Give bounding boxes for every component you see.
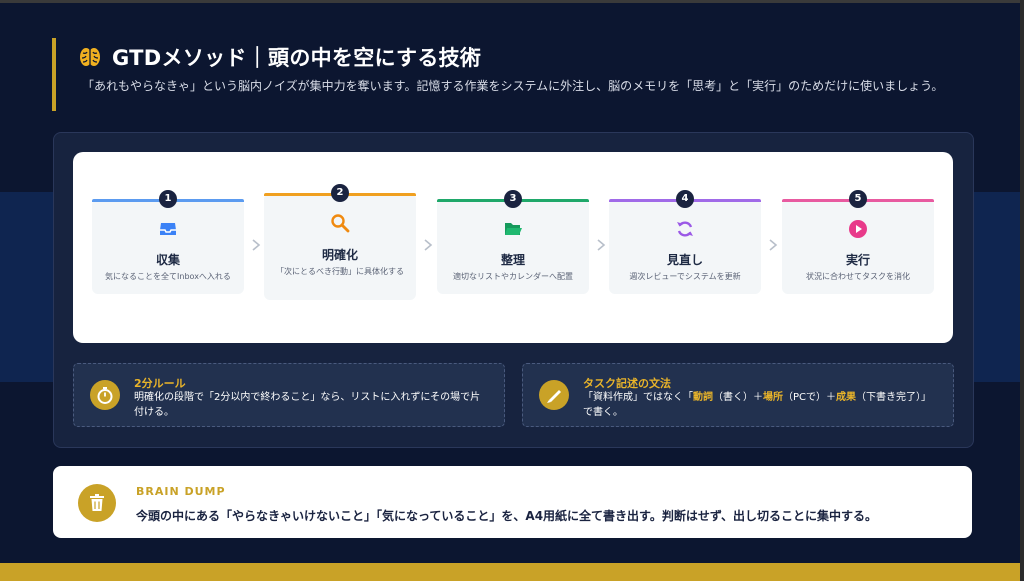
page-title: GTDメソッド｜頭の中を空にする技術 <box>112 46 482 70</box>
step-description: 気になることを全てInboxへ入れる <box>105 272 231 281</box>
inbox-icon <box>160 223 176 235</box>
grammar-place: 場所 <box>763 392 783 403</box>
header-accent-bar <box>52 38 56 111</box>
chevron-right-icon <box>597 239 606 251</box>
step-execute: 5 実行 状況に合わせてタスクを消化 <box>782 190 934 294</box>
chevron-right-icon <box>769 239 778 251</box>
step-description: 「次にとるべき行動」に具体化する <box>276 267 404 276</box>
step-description: 適切なリストやカレンダーへ配置 <box>453 272 573 281</box>
tip-title: タスク記述の文法 <box>583 377 671 390</box>
tip-text: 明確化の段階で「2分以内で終わること」なら、リストに入れずにその場で片付ける。 <box>134 392 481 418</box>
step-review: 4 見直し 週次レビューでシステムを更新 <box>609 190 761 294</box>
step-number: 4 <box>676 190 694 208</box>
grammar-text-part: 「資料作成」ではなく「 <box>583 392 693 403</box>
refresh-icon <box>677 221 693 237</box>
two-minute-rule-tip: 2分ルール 明確化の段階で「2分以内で終わること」なら、リストに入れずにその場で… <box>73 363 505 427</box>
step-label: 見直し <box>666 253 703 267</box>
grammar-result: 成果 <box>836 392 857 403</box>
stopwatch-icon <box>90 380 120 410</box>
brain-dump-card: BRAIN DUMP 今頭の中にある「やらなきゃいけないこと」「気になっているこ… <box>53 466 972 538</box>
grammar-text-part: （PCで）＋ <box>783 392 837 403</box>
step-organize: 3 整理 適切なリストやカレンダーへ配置 <box>437 190 589 294</box>
brain-dump-text: 今頭の中にある「やらなきゃいけないこと」「気になっていること」を、A4用紙に全て… <box>136 509 878 523</box>
step-label: 明確化 <box>321 248 358 262</box>
step-description: 状況に合わせてタスクを消化 <box>806 272 910 281</box>
bottom-accent-bar <box>0 563 1024 581</box>
workflow-card: 1 収集 気になることを全てInboxへ入れる 2 明確化 「次にとるべき行動」… <box>73 152 953 343</box>
window-right-border <box>1020 0 1024 581</box>
step-label: 収集 <box>155 253 180 267</box>
step-number: 2 <box>331 184 349 202</box>
title-row: GTDメソッド｜頭の中を空にする技術 <box>78 42 481 72</box>
chevron-right-icon <box>424 239 433 251</box>
step-clarify: 2 明確化 「次にとるべき行動」に具体化する <box>264 184 416 300</box>
step-label: 実行 <box>845 253 870 267</box>
workflow-panel: 1 収集 気になることを全てInboxへ入れる 2 明確化 「次にとるべき行動」… <box>53 132 974 448</box>
chevron-right-icon <box>252 239 261 251</box>
trash-icon <box>78 484 116 522</box>
page-subtitle: 「あれもやらなきゃ」という脳内ノイズが集中力を奪います。記憶する作業をシステムに… <box>82 79 944 93</box>
step-number: 5 <box>849 190 867 208</box>
step-description: 週次レビューでシステムを更新 <box>629 272 741 281</box>
window-top-border <box>0 0 1024 3</box>
task-grammar-tip: タスク記述の文法 「資料作成」ではなく「動詞（書く）＋場所（PCで）＋成果（下書… <box>522 363 954 427</box>
step-number: 3 <box>504 190 522 208</box>
step-collect: 1 収集 気になることを全てInboxへ入れる <box>92 190 244 294</box>
tip-text: 「資料作成」ではなく「動詞（書く）＋場所（PCで）＋成果（下書き完了）」で書く。 <box>583 390 935 420</box>
grammar-text-part: （書く）＋ <box>713 392 763 403</box>
brain-icon <box>80 48 100 66</box>
step-number: 1 <box>159 190 177 208</box>
tip-title: 2分ルール <box>134 377 186 390</box>
pen-icon <box>539 380 569 410</box>
play-icon <box>849 220 867 238</box>
step-label: 整理 <box>500 253 525 267</box>
folder-icon <box>505 223 522 235</box>
brain-dump-title: BRAIN DUMP <box>136 485 226 498</box>
magnifier-icon <box>331 214 350 233</box>
grammar-verb: 動詞 <box>693 392 713 403</box>
